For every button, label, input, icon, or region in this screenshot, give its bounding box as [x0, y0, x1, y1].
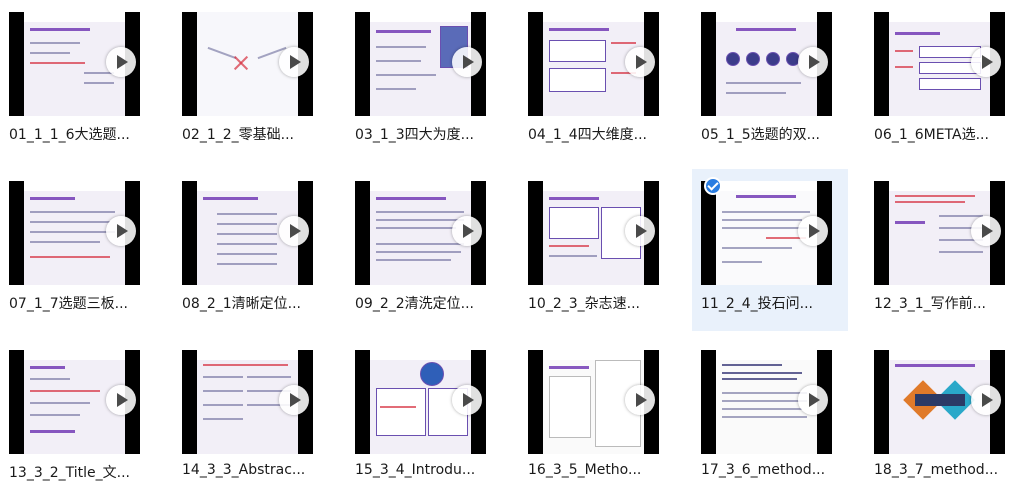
video-title[interactable]: 03_1_3四大为度... [355, 124, 495, 144]
video-item-09[interactable]: 09_2_2清洗定位... [346, 169, 502, 331]
video-thumbnail[interactable] [182, 181, 313, 285]
play-icon[interactable] [452, 385, 482, 415]
video-title[interactable]: 13_3_2_Title_文... [9, 462, 149, 482]
video-thumbnail[interactable] [701, 350, 832, 454]
play-icon[interactable] [798, 216, 828, 246]
play-icon[interactable] [971, 47, 1001, 77]
video-title[interactable]: 14_3_3_Abstrac... [182, 462, 322, 478]
play-icon[interactable] [452, 47, 482, 77]
video-item-15[interactable]: 15_3_4_Introdu... [346, 338, 502, 500]
video-title[interactable]: 09_2_2清洗定位... [355, 293, 495, 313]
play-icon[interactable] [625, 385, 655, 415]
video-thumbnail[interactable] [355, 181, 486, 285]
video-thumbnail[interactable] [701, 12, 832, 116]
play-icon[interactable] [971, 216, 1001, 246]
play-icon[interactable] [798, 47, 828, 77]
checkmark-icon[interactable] [704, 177, 722, 195]
play-icon[interactable] [971, 385, 1001, 415]
play-icon[interactable] [452, 216, 482, 246]
play-icon[interactable] [106, 47, 136, 77]
video-item-01[interactable]: 01_1_1_6大选题... [0, 0, 156, 162]
video-thumbnail[interactable] [874, 12, 1005, 116]
video-title[interactable]: 10_2_3_杂志速... [528, 293, 668, 313]
video-thumbnail[interactable] [182, 12, 313, 116]
video-thumbnail[interactable] [528, 181, 659, 285]
video-title[interactable]: 01_1_1_6大选题... [9, 124, 149, 144]
video-item-08[interactable]: 08_2_1清晰定位... [173, 169, 329, 331]
play-icon[interactable] [625, 47, 655, 77]
play-icon[interactable] [279, 385, 309, 415]
video-title[interactable]: 12_3_1_写作前... [874, 293, 1014, 313]
video-thumbnail-grid: 01_1_1_6大选题... 02_1_2_零基础... 03_1_3四大为度.… [0, 0, 1019, 502]
video-thumbnail[interactable] [9, 12, 140, 116]
video-item-10[interactable]: 10_2_3_杂志速... [519, 169, 675, 331]
video-item-17[interactable]: 17_3_6_method... [692, 338, 848, 500]
video-title[interactable]: 18_3_7_method... [874, 462, 1014, 478]
video-thumbnail[interactable] [355, 12, 486, 116]
video-title[interactable]: 11_2_4_投石问... [701, 293, 841, 313]
video-item-07[interactable]: 07_1_7选题三板... [0, 169, 156, 331]
video-title[interactable]: 07_1_7选题三板... [9, 293, 149, 313]
video-item-18[interactable]: 18_3_7_method... [865, 338, 1019, 500]
video-thumbnail[interactable] [701, 181, 832, 285]
video-item-16[interactable]: 16_3_5_Metho... [519, 338, 675, 500]
video-item-12[interactable]: 12_3_1_写作前... [865, 169, 1019, 331]
video-title[interactable]: 05_1_5选题的双... [701, 124, 841, 144]
video-item-05[interactable]: 05_1_5选题的双... [692, 0, 848, 162]
video-title[interactable]: 08_2_1清晰定位... [182, 293, 322, 313]
video-item-03[interactable]: 03_1_3四大为度... [346, 0, 502, 162]
video-thumbnail[interactable] [874, 350, 1005, 454]
video-thumbnail[interactable] [528, 350, 659, 454]
video-thumbnail[interactable] [528, 12, 659, 116]
video-item-06[interactable]: 06_1_6META选... [865, 0, 1019, 162]
video-thumbnail[interactable] [182, 350, 313, 454]
video-thumbnail[interactable] [874, 181, 1005, 285]
video-thumbnail[interactable] [9, 350, 140, 454]
video-title[interactable]: 17_3_6_method... [701, 462, 841, 478]
video-title[interactable]: 16_3_5_Metho... [528, 462, 668, 478]
video-title[interactable]: 04_1_4四大维度... [528, 124, 668, 144]
play-icon[interactable] [625, 216, 655, 246]
video-item-13[interactable]: 13_3_2_Title_文... [0, 338, 156, 500]
play-icon[interactable] [106, 216, 136, 246]
video-item-04[interactable]: 04_1_4四大维度... [519, 0, 675, 162]
play-icon[interactable] [279, 216, 309, 246]
video-item-02[interactable]: 02_1_2_零基础... [173, 0, 329, 162]
video-item-14[interactable]: 14_3_3_Abstrac... [173, 338, 329, 500]
video-item-11[interactable]: 11_2_4_投石问... [692, 169, 848, 331]
video-title[interactable]: 06_1_6META选... [874, 124, 1014, 144]
video-title[interactable]: 02_1_2_零基础... [182, 124, 322, 144]
play-icon[interactable] [798, 385, 828, 415]
video-title[interactable]: 15_3_4_Introdu... [355, 462, 495, 478]
video-thumbnail[interactable] [9, 181, 140, 285]
play-icon[interactable] [106, 385, 136, 415]
video-thumbnail[interactable] [355, 350, 486, 454]
play-icon[interactable] [279, 47, 309, 77]
